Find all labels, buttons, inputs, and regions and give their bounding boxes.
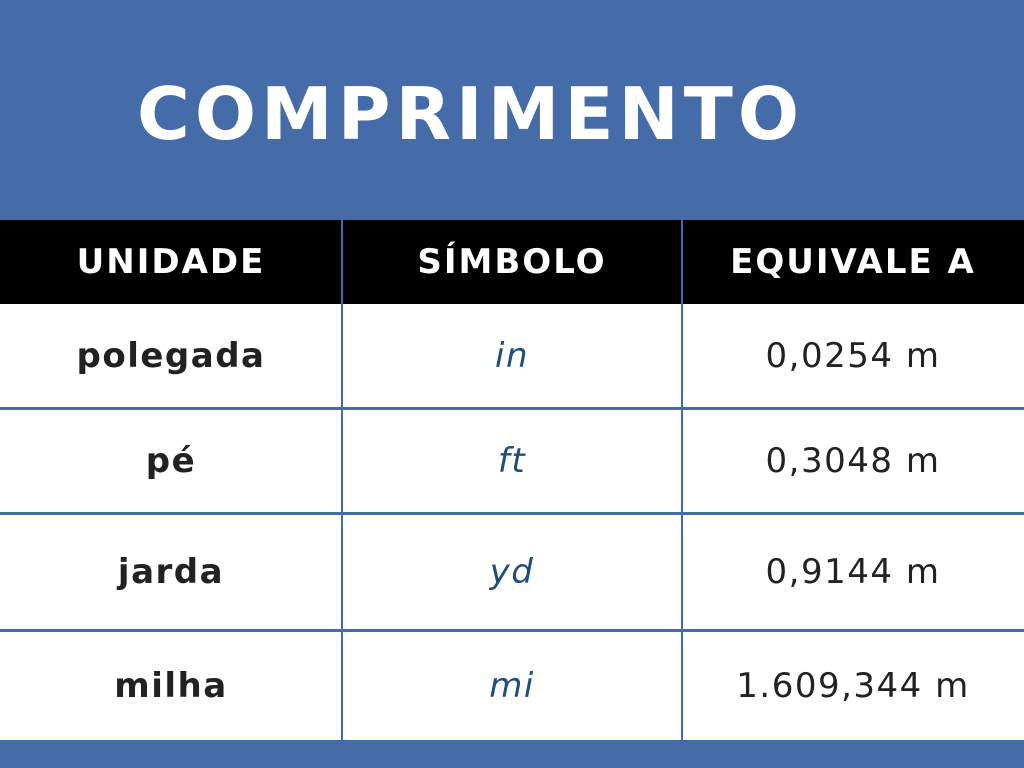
equivalent-cell: 0,0254 m	[765, 335, 941, 376]
unit-cell: milha	[114, 666, 228, 706]
column-header-unit: UNIDADE	[76, 242, 266, 282]
equivalent-cell: 0,3048 m	[765, 441, 941, 481]
equivalent-cell: 0,9144 m	[765, 552, 941, 592]
equivalent-cell: 1.609,344 m	[736, 666, 970, 706]
table-row: milha mi 1.609,344 m	[0, 632, 1024, 740]
symbol-cell: in	[495, 335, 529, 376]
table-row: jarda yd 0,9144 m	[0, 515, 1024, 629]
symbol-cell: yd	[489, 552, 535, 592]
row-divider	[0, 629, 1024, 632]
unit-cell: polegada	[76, 335, 266, 376]
footer-band	[0, 740, 1024, 768]
symbol-cell: mi	[489, 666, 535, 706]
title-banner: COMPRIMENTO	[0, 0, 1024, 220]
unit-cell: jarda	[117, 552, 225, 592]
column-divider	[681, 220, 683, 740]
table-header-row: UNIDADE SÍMBOLO EQUIVALE A	[0, 220, 1024, 304]
row-divider	[0, 512, 1024, 515]
symbol-cell: ft	[497, 441, 527, 481]
page-title: COMPRIMENTO	[137, 72, 805, 156]
table-row: pé ft 0,3048 m	[0, 410, 1024, 512]
column-divider	[341, 220, 343, 740]
column-header-equivalent: EQUIVALE A	[730, 242, 976, 282]
row-divider	[0, 407, 1024, 410]
table-row: polegada in 0,0254 m	[0, 304, 1024, 407]
unit-cell: pé	[145, 441, 197, 481]
column-header-symbol: SÍMBOLO	[417, 242, 607, 282]
